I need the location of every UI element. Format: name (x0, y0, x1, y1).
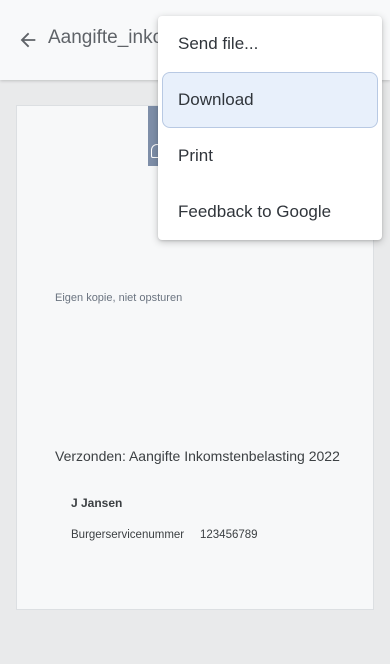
taxpayer-name: J Jansen (71, 496, 123, 510)
document-title: Aangifte_inko (48, 27, 164, 48)
menu-item-feedback[interactable]: Feedback to Google (162, 184, 378, 240)
menu-item-send-file[interactable]: Send file... (162, 16, 378, 72)
overflow-menu: Send file... Download Print Feedback to … (158, 16, 382, 240)
menu-item-download[interactable]: Download (162, 72, 378, 128)
arrow-left-icon (20, 32, 36, 48)
bsn-label: Burgerservicenummer (71, 529, 185, 541)
sent-title: Verzonden: Aangifte Inkomstenbelasting 2… (55, 448, 340, 464)
copy-note: Eigen kopie, niet opsturen (55, 292, 183, 304)
menu-item-print[interactable]: Print (162, 128, 378, 184)
back-button[interactable] (12, 24, 44, 56)
bsn-value: 123456789 (200, 529, 258, 541)
